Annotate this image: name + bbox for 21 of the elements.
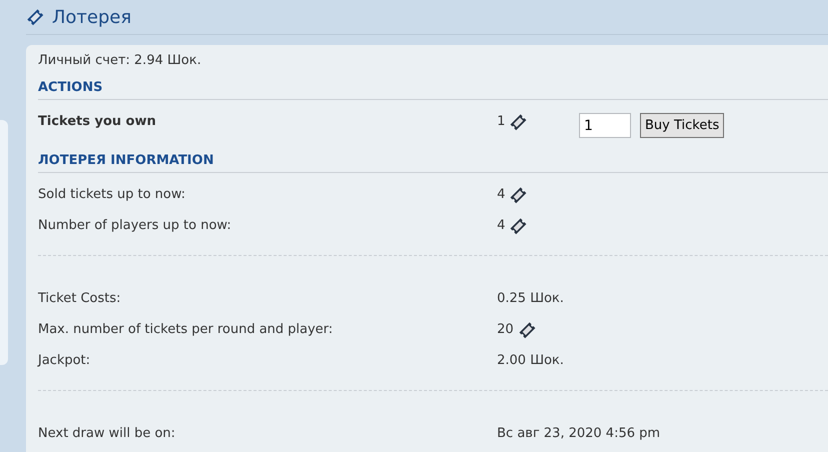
row-label: Next draw will be on: (38, 424, 176, 443)
value-text: 20 (497, 320, 514, 339)
page-title: Лотерея (52, 6, 132, 30)
section-heading: ACTIONS (38, 80, 103, 96)
ticket-icon (26, 8, 44, 26)
row-label: Jackpot: (38, 352, 92, 370)
value-text: 4 (497, 186, 506, 204)
row-label: Max. number of tickets per round and player: (38, 320, 334, 339)
value-text: 0.25 Шок. (497, 290, 564, 308)
balance-text: Личный счет: 2.94 Шок. (38, 52, 202, 70)
row-label: Ticket Costs: (38, 290, 122, 308)
row-label: Tickets you own (38, 113, 158, 131)
value-text: 4 (497, 216, 506, 235)
row-label: Sold tickets up to now: (38, 186, 186, 204)
buy-tickets-button[interactable]: Buy Tickets (640, 113, 724, 138)
quantity-field[interactable]: 1 (579, 113, 631, 138)
value-text: 2.00 Шок. (497, 352, 564, 370)
section-heading: ЛОТЕРЕЯ INFORMATION (38, 153, 214, 169)
value-text: Вс авг 23, 2020 4:56 pm (497, 424, 660, 443)
value-text: 1 (497, 113, 506, 131)
row-label: Number of players up to now: (38, 216, 232, 235)
